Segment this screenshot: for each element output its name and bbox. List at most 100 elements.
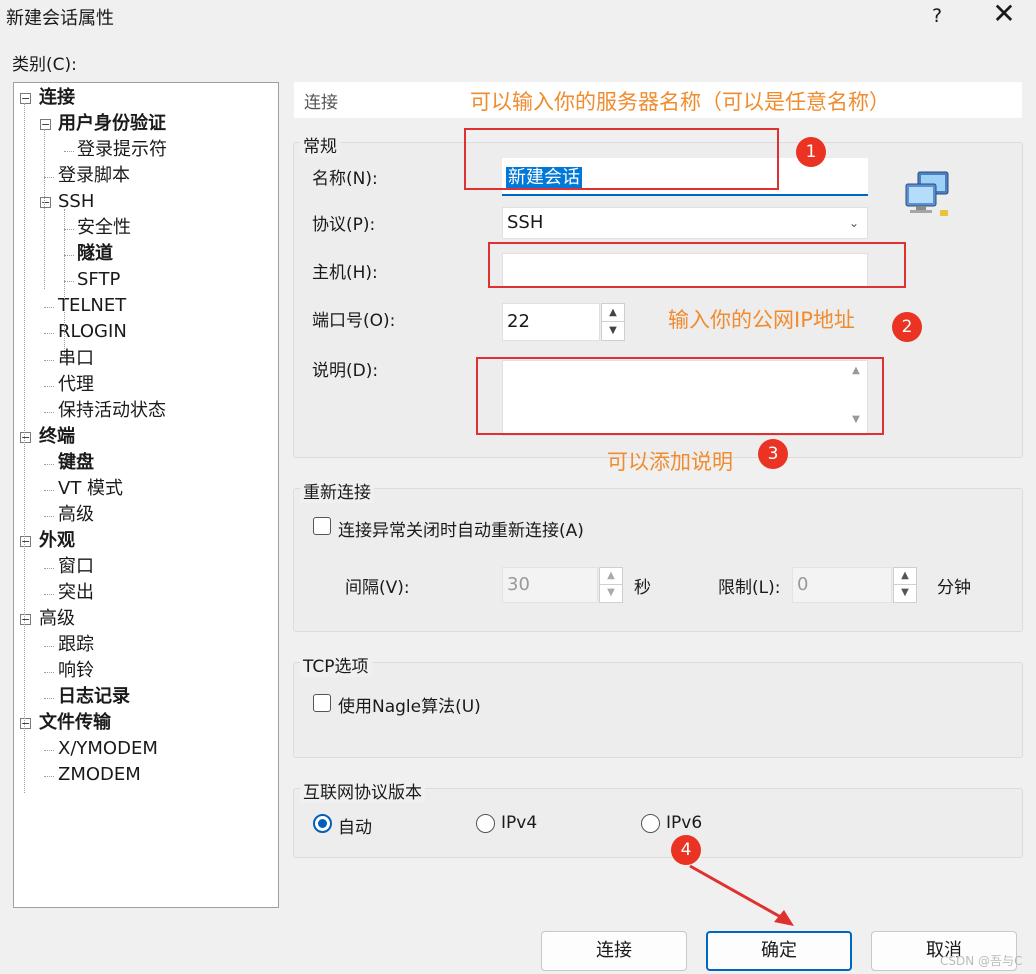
window-title: 新建会话属性 bbox=[6, 8, 114, 29]
tree-item[interactable]: 高级 bbox=[39, 607, 75, 631]
interval-label: 间隔(V): bbox=[345, 578, 410, 598]
close-button[interactable]: ✕ bbox=[984, 0, 1024, 30]
tree-item[interactable]: TELNET bbox=[58, 294, 126, 318]
chevron-down-icon: ⌄ bbox=[848, 216, 859, 230]
tree-connector bbox=[64, 255, 74, 257]
auto-reconnect-label: 连接异常关闭时自动重新连接(A) bbox=[338, 521, 584, 541]
tree-item[interactable]: 登录提示符 bbox=[77, 138, 167, 162]
annotation-host-hint: 输入你的公网IP地址 bbox=[668, 308, 855, 332]
reconnect-group-title: 重新连接 bbox=[300, 478, 374, 503]
spin-up-icon[interactable]: ▲ bbox=[600, 568, 622, 585]
tree-item[interactable]: 日志记录 bbox=[58, 685, 130, 709]
tree-connector bbox=[44, 385, 54, 387]
tree-item[interactable]: RLOGIN bbox=[58, 320, 127, 344]
tree-item[interactable]: 外观 bbox=[39, 529, 75, 553]
tree-item[interactable]: 文件传输 bbox=[39, 711, 111, 735]
spin-down-icon[interactable]: ▼ bbox=[602, 322, 624, 340]
tree-item[interactable]: 高级 bbox=[58, 503, 94, 527]
seconds-unit: 秒 bbox=[634, 578, 651, 598]
tree-connector bbox=[44, 333, 54, 335]
port-label: 端口号(O): bbox=[312, 311, 396, 331]
tree-connector bbox=[44, 359, 54, 361]
collapse-icon[interactable]: − bbox=[20, 93, 31, 104]
annotation-step-3: 3 bbox=[758, 439, 788, 469]
watermark: CSDN @吾与C bbox=[940, 954, 1023, 968]
port-spinner[interactable]: ▲ ▼ bbox=[601, 303, 625, 341]
tree-item[interactable]: VT 模式 bbox=[58, 477, 123, 501]
tree-item[interactable]: 响铃 bbox=[58, 659, 94, 683]
tree-connector bbox=[44, 567, 54, 569]
category-tree[interactable]: 连接 − 用户身份验证 − 登录提示符 登录脚本 SSH − 安全性 隧道 SFTP TELNET RL… bbox=[13, 82, 279, 908]
radio-ipv6[interactable] bbox=[641, 814, 660, 833]
tree-connector bbox=[44, 411, 54, 413]
protocol-select-value: SSH bbox=[507, 212, 544, 233]
spin-up-icon[interactable]: ▲ bbox=[894, 568, 916, 585]
host-label: 主机(H): bbox=[312, 263, 378, 283]
tree-item[interactable]: SFTP bbox=[77, 268, 120, 292]
tree-item[interactable]: 窗口 bbox=[58, 555, 94, 579]
tree-item[interactable]: 登录脚本 bbox=[58, 164, 130, 188]
tree-connector bbox=[64, 229, 74, 231]
tree-item[interactable]: 突出 bbox=[58, 581, 94, 605]
auto-reconnect-checkbox[interactable] bbox=[313, 517, 331, 535]
annotation-step-1: 1 bbox=[796, 137, 826, 167]
spin-down-icon[interactable]: ▼ bbox=[894, 585, 916, 602]
category-label: 类别(C): bbox=[12, 55, 77, 75]
annotation-box-name bbox=[464, 128, 779, 190]
help-button[interactable]: ? bbox=[922, 2, 952, 30]
tree-item[interactable]: 安全性 bbox=[77, 216, 131, 240]
tree-item[interactable]: ZMODEM bbox=[58, 763, 141, 787]
tree-item[interactable]: X/YMODEM bbox=[58, 737, 158, 761]
tree-connector bbox=[44, 129, 45, 289]
tree-item[interactable]: 键盘 bbox=[58, 451, 94, 475]
tree-connector bbox=[44, 489, 54, 491]
tree-item[interactable]: 用户身份验证 bbox=[58, 112, 166, 136]
tree-item[interactable]: 保持活动状态 bbox=[58, 399, 166, 423]
description-label: 说明(D): bbox=[312, 361, 379, 381]
ok-button[interactable]: 确定 bbox=[706, 931, 852, 971]
tree-connector bbox=[44, 463, 54, 465]
collapse-icon[interactable]: − bbox=[40, 197, 51, 209]
annotation-step-4: 4 bbox=[671, 835, 701, 865]
title-bar bbox=[0, 0, 1036, 34]
minutes-unit: 分钟 bbox=[937, 578, 971, 598]
limit-input[interactable]: 0 bbox=[792, 567, 892, 603]
collapse-icon[interactable]: − bbox=[20, 535, 31, 547]
tree-item[interactable]: 连接 bbox=[39, 86, 75, 110]
tree-connector bbox=[44, 515, 54, 517]
collapse-icon[interactable]: − bbox=[20, 718, 31, 730]
annotation-name-hint: 可以输入你的服务器名称（可以是任意名称） bbox=[470, 90, 890, 114]
tree-connector bbox=[44, 776, 54, 778]
name-label: 名称(N): bbox=[312, 169, 378, 189]
tree-connector bbox=[44, 177, 54, 179]
tree-item[interactable]: 终端 bbox=[39, 425, 75, 449]
spin-down-icon[interactable]: ▼ bbox=[600, 585, 622, 602]
collapse-icon[interactable]: − bbox=[20, 614, 31, 625]
spin-up-icon[interactable]: ▲ bbox=[602, 304, 624, 322]
nagle-checkbox[interactable] bbox=[313, 694, 331, 712]
tree-connector bbox=[24, 103, 25, 793]
collapse-icon[interactable]: − bbox=[40, 119, 51, 131]
radio-auto[interactable] bbox=[313, 814, 332, 833]
tree-item[interactable]: 跟踪 bbox=[58, 633, 94, 657]
tree-connector bbox=[44, 698, 54, 700]
network-computers-icon bbox=[904, 168, 954, 220]
tree-connector bbox=[44, 646, 54, 648]
annotation-step-2: 2 bbox=[892, 312, 922, 342]
nagle-label: 使用Nagle算法(U) bbox=[338, 697, 481, 717]
interval-input[interactable]: 30 bbox=[502, 567, 598, 603]
tree-connector bbox=[44, 750, 54, 752]
tree-item[interactable]: 代理 bbox=[58, 373, 94, 397]
protocol-select[interactable]: SSH ⌄ bbox=[502, 207, 868, 239]
annotation-box-description bbox=[476, 357, 884, 435]
collapse-icon[interactable]: − bbox=[20, 431, 31, 443]
port-input[interactable]: 22 bbox=[502, 303, 600, 341]
radio-ipv6-label: IPv6 bbox=[666, 813, 703, 833]
tree-item[interactable]: 隧道 bbox=[77, 242, 113, 266]
radio-ipv4-label: IPv4 bbox=[501, 813, 538, 833]
connect-button[interactable]: 连接 bbox=[541, 931, 687, 971]
limit-spinner[interactable]: ▲ ▼ bbox=[893, 567, 917, 603]
radio-auto-label: 自动 bbox=[338, 818, 372, 838]
radio-ipv4[interactable] bbox=[476, 814, 495, 833]
interval-spinner[interactable]: ▲ ▼ bbox=[599, 567, 623, 603]
